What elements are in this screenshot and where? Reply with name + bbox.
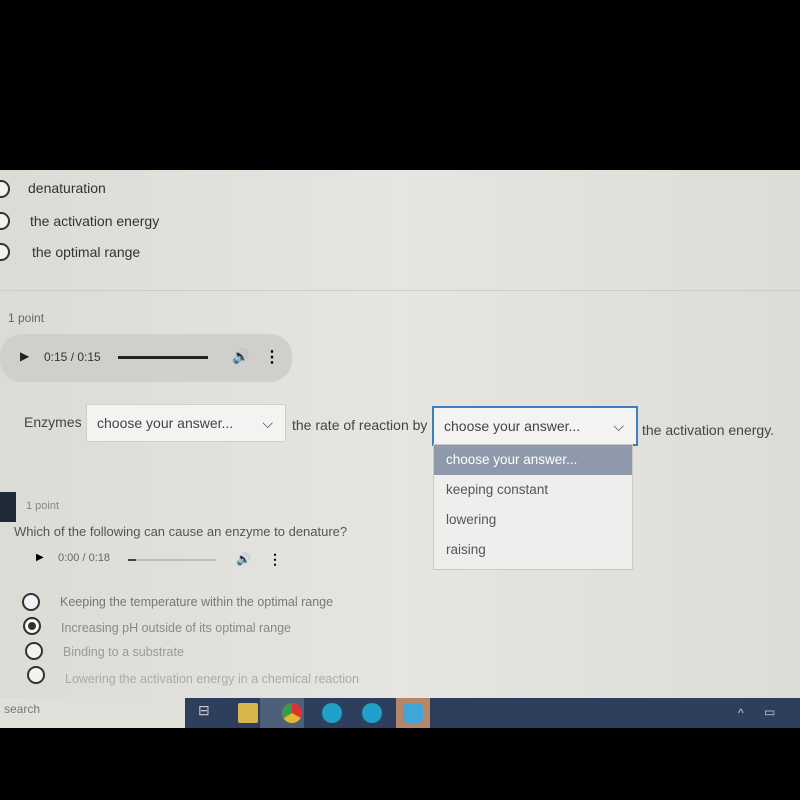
radio-option-selected[interactable] [23,617,41,635]
chevron-up-icon[interactable]: ^ [738,706,744,720]
more-options-icon[interactable]: ⋮ [264,347,280,367]
search-box[interactable]: search [4,702,40,716]
option-label: Increasing pH outside of its optimal ran… [61,621,291,635]
edge-icon[interactable] [362,703,382,723]
task-view-icon[interactable]: ⊟ [198,702,210,719]
audio-time: 0:15 / 0:15 [44,350,101,364]
radio-option[interactable] [25,642,43,660]
select-value: choose your answer... [97,415,234,431]
answer-select-2[interactable]: choose your answer... ⌵ [432,406,638,446]
points-label: 1 point [8,311,45,325]
option-label: denaturation [28,180,106,196]
radio-option[interactable] [27,666,45,684]
edge-icon[interactable] [322,703,342,723]
sentence-part: Enzymes [24,414,82,430]
points-label: 1 point [26,500,60,512]
dropdown-option[interactable]: keeping constant [434,475,632,505]
play-icon[interactable]: ▶ [36,552,44,563]
audio-player[interactable]: ▶ 0:15 / 0:15 🔊 ⋮ [0,334,292,382]
volume-icon[interactable]: 🔊 [232,348,249,365]
option-label: Binding to a substrate [63,645,184,659]
more-options-icon[interactable]: ⋮ [268,551,282,568]
option-label: Keeping the temperature within the optim… [60,595,334,609]
audio-progress-bar[interactable] [128,559,216,561]
option-label: the optimal range [32,244,141,260]
option-label: Lowering the activation energy in a chem… [65,672,359,686]
dropdown-option[interactable]: lowering [434,505,632,535]
sentence-part: the activation energy. [642,422,775,438]
question-marker [0,492,16,522]
chrome-icon[interactable] [282,703,302,723]
audio-progress-bar[interactable] [118,356,208,359]
volume-icon[interactable]: 🔊 [236,552,251,566]
dropdown-option[interactable]: choose your answer... [434,445,632,475]
radio-option[interactable] [22,593,40,611]
sentence-part: the rate of reaction by [292,417,428,433]
answer-select-1[interactable]: choose your answer... ⌵ [86,404,286,442]
play-icon[interactable]: ▶ [20,349,29,363]
file-explorer-icon[interactable] [238,703,258,723]
select-value: choose your answer... [444,418,581,434]
option-label: the activation energy [30,213,160,229]
dropdown-option[interactable]: raising [434,535,632,565]
question-text: Which of the following can cause an enzy… [14,524,348,539]
dropdown-menu: choose your answer... keeping constant l… [433,444,633,570]
chevron-down-icon: ⌵ [262,415,273,431]
divider [0,290,800,291]
chevron-down-icon: ⌵ [613,418,624,434]
zoom-icon[interactable] [403,703,423,723]
battery-icon[interactable]: ▭ [764,705,775,719]
audio-time: 0:00 / 0:18 [58,552,110,564]
